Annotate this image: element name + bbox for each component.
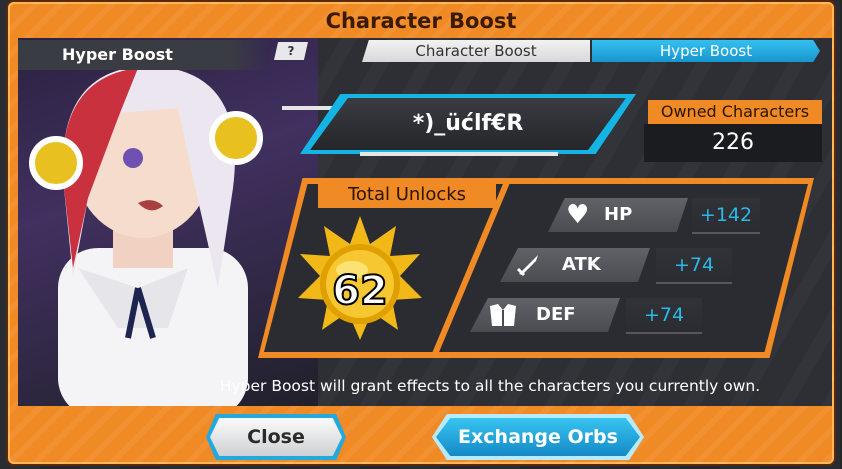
tab-hyper-boost[interactable]: Hyper Boost (592, 40, 820, 62)
hyper-boost-label: Hyper Boost (18, 40, 268, 70)
total-unlocks-label: Total Unlocks (318, 182, 496, 208)
stat-def-label: DEF (470, 298, 620, 332)
stat-atk-value: +74 (656, 248, 732, 284)
close-button[interactable]: Close (210, 418, 342, 456)
stat-hp-label: ♥ HP (548, 198, 688, 232)
owned-characters-count: 226 (644, 124, 822, 162)
total-unlocks-value: 62 (331, 267, 389, 315)
heart-icon: ♥ (566, 200, 590, 230)
character-name: *)_üćlf€R (310, 98, 626, 150)
help-button[interactable]: ? (274, 42, 308, 60)
stat-atk-label: ATK (500, 248, 650, 282)
owned-characters-label: Owned Characters (648, 100, 822, 124)
exchange-orbs-button[interactable]: Exchange Orbs (436, 418, 640, 456)
tab-character-boost[interactable]: Character Boost (362, 40, 590, 62)
info-note: Hyper Boost will grant effects to all th… (219, 377, 761, 395)
armor-icon (490, 304, 516, 326)
stat-def-value: +74 (626, 298, 702, 334)
stat-hp-value: +142 (692, 198, 760, 234)
decor-line (360, 152, 558, 156)
sword-icon (516, 255, 538, 277)
dialog-title: Character Boost (325, 9, 517, 33)
